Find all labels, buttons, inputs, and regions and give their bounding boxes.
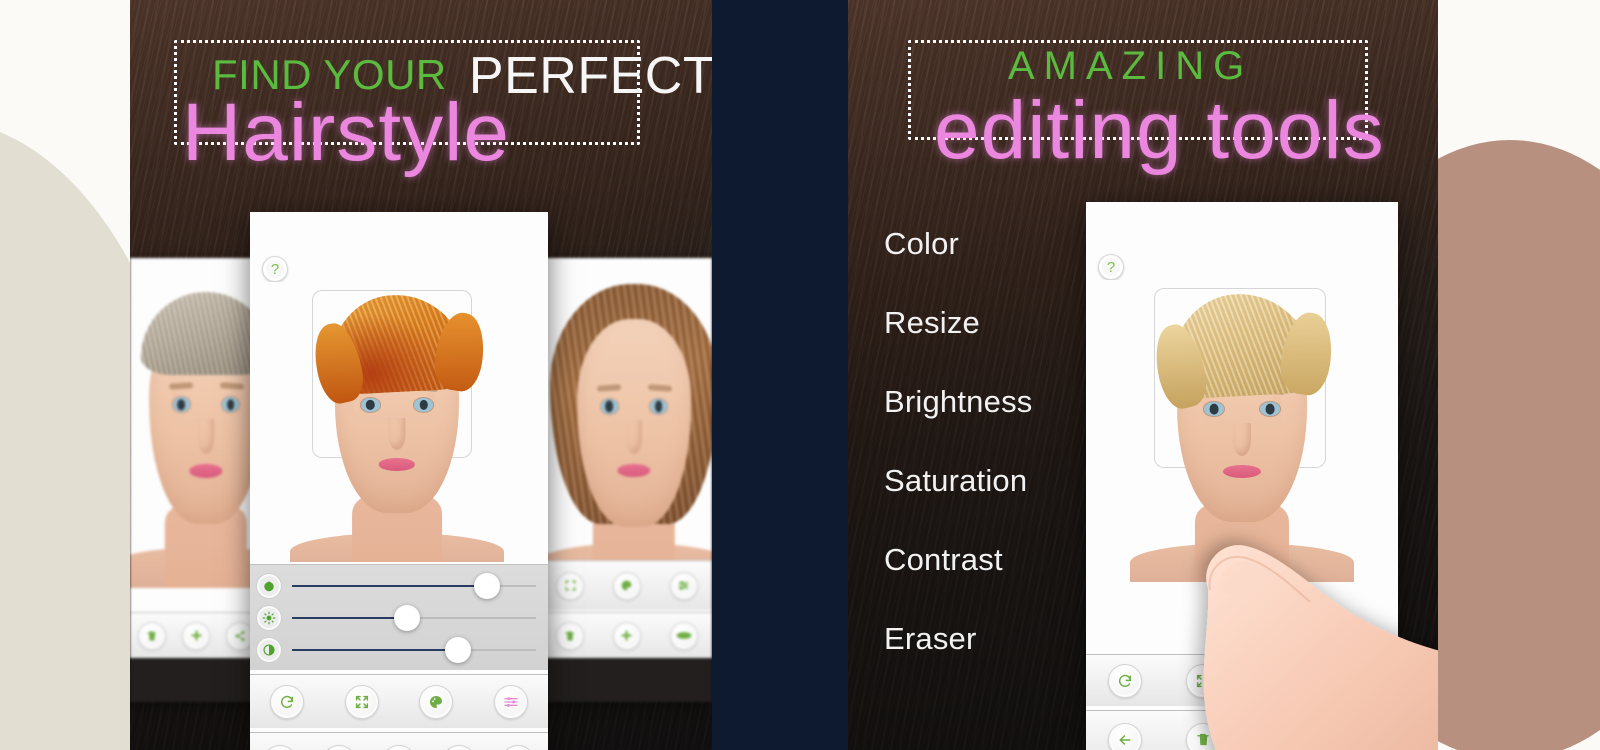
share-icon[interactable] (501, 744, 536, 750)
face-illustration (1130, 282, 1354, 582)
help-icon[interactable]: ? (1098, 254, 1124, 280)
mouth (617, 463, 651, 478)
mouth (1222, 465, 1262, 478)
hair-short-grey (141, 292, 262, 375)
eye-right (649, 399, 668, 414)
plus-icon[interactable] (1264, 722, 1298, 750)
slider-row-contrast[interactable] (250, 634, 548, 666)
hair-spiky-blonde (1167, 290, 1317, 400)
help-icon[interactable]: ? (262, 256, 288, 282)
refresh-icon[interactable] (1108, 663, 1142, 698)
palette-icon[interactable] (1264, 663, 1298, 698)
preview-right-bottom-bar (542, 658, 712, 702)
eye-left (1203, 402, 1225, 416)
main-phone-left-screen: ? (250, 212, 548, 750)
expand-icon[interactable] (344, 684, 379, 719)
nose (626, 420, 642, 455)
face-illustration (130, 270, 262, 588)
headline-hairstyle: Hairstyle (182, 87, 510, 178)
trash-icon[interactable] (322, 744, 357, 750)
preview-phone-left-screen (130, 258, 262, 702)
contrast-icon[interactable] (256, 637, 282, 663)
face-illustration (290, 284, 504, 562)
expand-icon[interactable] (1186, 663, 1220, 698)
plus-icon[interactable] (182, 621, 210, 650)
nose (1233, 423, 1251, 456)
edit-toolbar[interactable] (1086, 654, 1398, 706)
main-toolbar[interactable]: Packs (1086, 710, 1398, 750)
eye-right (221, 397, 240, 412)
expand-icon[interactable] (556, 571, 585, 600)
main-phone-left[interactable]: ? (250, 212, 548, 750)
eye-right (1259, 402, 1281, 416)
promo-panel-right: AMAZING editing tools Color Resize Brigh… (848, 0, 1438, 750)
portrait-spiky-blonde (1086, 280, 1398, 650)
palette-icon[interactable] (419, 684, 454, 719)
plus-icon[interactable] (612, 621, 641, 650)
preview-phone-right-screen (542, 258, 712, 702)
slider-knob-brightness[interactable] (393, 605, 420, 631)
main-phone-right-screen: ? Packs (1086, 202, 1398, 750)
eye-right (414, 398, 434, 412)
headline-editing-tools: editing tools (934, 85, 1385, 176)
face-illustration (542, 268, 712, 578)
plus-icon[interactable] (381, 744, 416, 750)
slider-knob-contrast[interactable] (444, 637, 471, 663)
nose (198, 419, 214, 454)
slider-panel[interactable] (250, 564, 548, 670)
palette-icon[interactable] (612, 571, 641, 600)
eye-left (600, 399, 619, 414)
preview-left-bottom-bar (130, 658, 262, 702)
arrow-left-icon[interactable] (262, 744, 297, 750)
packs-icon[interactable]: Packs (1342, 722, 1376, 750)
eye-left (172, 397, 191, 412)
preview-left-toolbar[interactable] (130, 612, 262, 658)
slider-row-color[interactable] (250, 570, 548, 602)
portrait-short-grey (130, 258, 262, 588)
main-toolbar[interactable]: Packs (250, 732, 548, 750)
color-drop-icon[interactable] (256, 573, 282, 599)
arrow-left-icon[interactable] (1108, 722, 1142, 750)
edit-toolbar[interactable] (250, 674, 548, 728)
slider-knob-color[interactable] (474, 573, 501, 599)
brightness-icon[interactable] (256, 605, 282, 631)
trash-icon[interactable] (1186, 722, 1220, 750)
slider-track-brightness[interactable] (292, 605, 536, 631)
trash-icon[interactable] (138, 621, 166, 650)
sliders-icon[interactable] (493, 684, 528, 719)
packs-icon[interactable]: Packs (441, 744, 476, 750)
preview-right-edit-toolbar[interactable] (542, 560, 712, 610)
portrait-spiky-orange (250, 282, 548, 562)
preview-phone-right[interactable] (542, 258, 712, 702)
slider-track-contrast[interactable] (292, 637, 536, 663)
preview-right-main-toolbar[interactable] (542, 612, 712, 658)
slider-row-brightness[interactable] (250, 602, 548, 634)
eye-left (360, 398, 380, 412)
packs-icon[interactable] (669, 621, 698, 650)
mouth (189, 463, 223, 478)
preview-phone-left[interactable] (130, 258, 262, 702)
sliders-icon[interactable] (669, 571, 698, 600)
portrait-long-brown (542, 258, 712, 578)
promo-panel-left: FIND YOUR PERFECT Hairstyle ? (130, 0, 712, 750)
hair-spiky-orange (326, 291, 468, 397)
refresh-icon[interactable] (270, 684, 305, 719)
headline-amazing: AMAZING (1008, 44, 1254, 88)
main-phone-right[interactable]: ? Packs (1086, 202, 1398, 750)
trash-icon[interactable] (556, 621, 585, 650)
slider-track-color[interactable] (292, 573, 536, 599)
panel-divider (712, 0, 848, 750)
